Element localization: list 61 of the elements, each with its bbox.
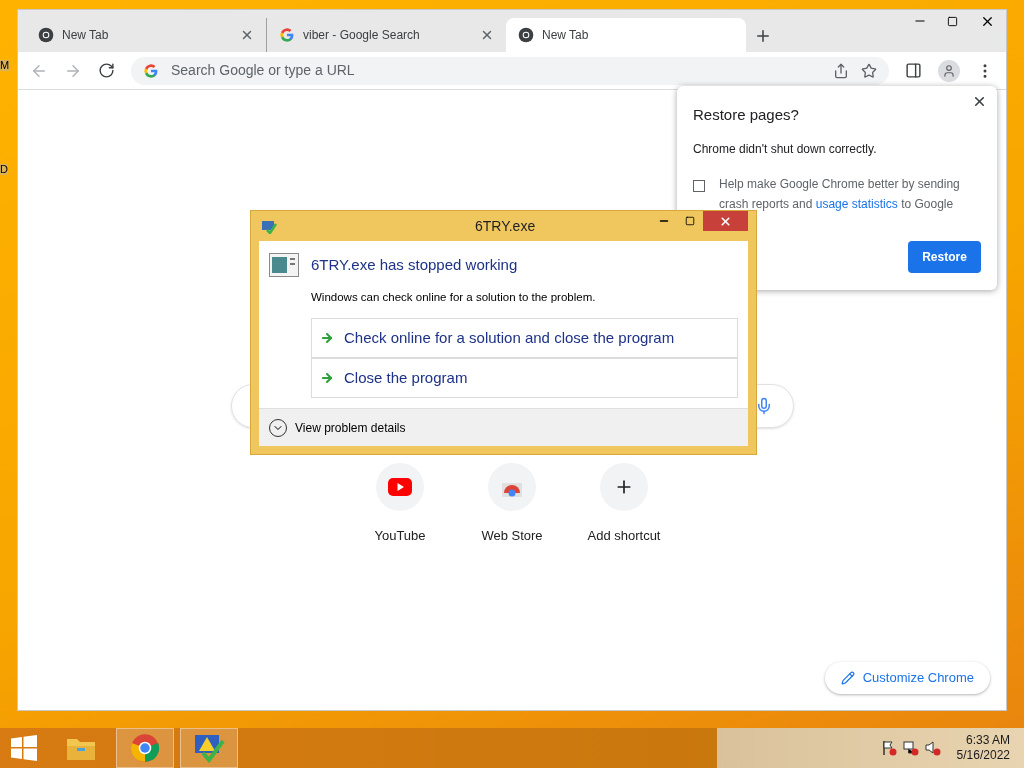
tab-title: New Tab [542, 27, 590, 44]
google-g-icon [279, 27, 295, 43]
chrome-logo-icon [130, 733, 160, 763]
shortcut-label: Add shortcut [587, 527, 661, 545]
details-toggle[interactable]: View problem details [295, 418, 406, 437]
flag-alert-icon[interactable] [880, 740, 897, 756]
checkbox[interactable] [693, 179, 705, 192]
chrome-logo-icon [38, 27, 54, 43]
new-tab-icon[interactable] [754, 27, 772, 45]
shortcut-label: YouTube [374, 527, 426, 545]
dialog-message: Windows can check online for a solution to the problem. [311, 290, 597, 305]
warning-check-icon [193, 733, 225, 763]
command-link[interactable]: Check online for a solution and close the program [311, 318, 738, 359]
windows-logo-icon [11, 735, 37, 761]
customize-chrome-button[interactable]: Customize Chrome [824, 662, 990, 694]
video-play-icon [388, 478, 412, 496]
shortcut-label: Web Store [481, 527, 543, 545]
maximize-icon [685, 216, 695, 226]
shortcut-tile[interactable] [600, 463, 648, 511]
speaker-muted-icon[interactable] [924, 740, 941, 756]
shortcut-tile[interactable] [488, 463, 536, 511]
network-alert-icon[interactable] [902, 740, 919, 756]
taskbar-app[interactable] [180, 728, 238, 768]
arrow-icon [320, 331, 334, 346]
close-icon [719, 214, 732, 228]
command-link[interactable]: Close the program [311, 358, 738, 399]
bookmark-star-icon[interactable] [861, 62, 877, 79]
consent-text: Help make Google Chrome better by sending crash reports and usage statistics to Google [719, 175, 961, 213]
popup-title: Restore pages? [693, 105, 800, 125]
chrome-logo-icon [518, 27, 534, 43]
google-g-icon [143, 62, 159, 79]
dialog-title: 6TRY.exe [475, 216, 536, 236]
close-icon[interactable] [480, 28, 494, 42]
close-icon[interactable] [240, 28, 254, 42]
program-window-icon [269, 253, 299, 277]
browser-tab[interactable]: New Tab [506, 18, 746, 52]
side-panel-icon[interactable] [905, 62, 922, 79]
app-icon [261, 218, 277, 234]
address-bar[interactable]: Search Google or type a URL [131, 56, 889, 85]
close-icon[interactable] [972, 94, 987, 109]
desktop-icon-label: D [0, 164, 8, 175]
usage-statistics-link[interactable]: usage statistics [815, 196, 898, 211]
clock-time[interactable]: 6:33 AM [965, 733, 1010, 748]
clock-date[interactable]: 5/16/2022 [956, 748, 1010, 763]
maximize-icon [946, 15, 958, 27]
dialog-heading: 6TRY.exe has stopped working [311, 254, 518, 275]
person-icon [942, 63, 956, 78]
pencil-icon [840, 671, 855, 685]
tab-title: New Tab [62, 27, 110, 44]
shortcut-tile[interactable] [376, 463, 424, 511]
address-input[interactable]: Search Google or type a URL [171, 60, 821, 81]
restore-button[interactable]: Restore [908, 241, 981, 273]
reload-icon[interactable] [98, 62, 115, 79]
profile-avatar[interactable] [938, 59, 960, 82]
tab-title: viber - Google Search [303, 27, 421, 44]
taskbar-app[interactable] [116, 728, 174, 768]
share-icon[interactable] [833, 62, 849, 79]
browser-tab[interactable]: New Tab [26, 18, 266, 52]
arrow-icon [320, 371, 334, 386]
popup-message: Chrome didn't shut down correctly. [693, 140, 878, 158]
desktop-icon-label: M [0, 60, 10, 71]
